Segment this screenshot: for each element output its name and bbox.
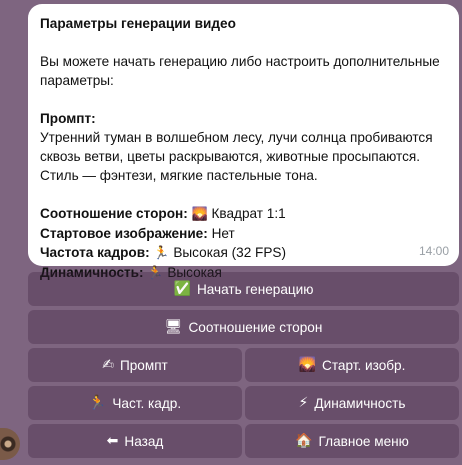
- param-label: Частота кадров:: [40, 245, 150, 260]
- param-value: Высокая (32 FPS): [173, 245, 287, 260]
- dynamics-button[interactable]: ⚡ Динамичность: [245, 386, 459, 420]
- button-label: Динамичность: [314, 395, 406, 411]
- start-image-button[interactable]: 🌄 Старт. изобр.: [245, 348, 459, 382]
- param-label: Соотношение сторон:: [40, 206, 188, 221]
- param-value: Квадрат 1:1: [211, 206, 286, 221]
- param-fps: Частота кадров: 🏃 Высокая (32 FPS): [40, 243, 445, 263]
- prompt-label: Промпт:: [40, 111, 96, 126]
- button-label: Назад: [124, 433, 164, 449]
- prompt-text: Утренний туман в волшебном лесу, лучи со…: [40, 130, 433, 183]
- monitor-icon: 🖥: [164, 319, 183, 335]
- button-label: Промпт: [119, 357, 168, 373]
- sunrise-icon: 🌄: [191, 207, 208, 222]
- aspect-ratio-button[interactable]: 🖥 Соотношение сторон: [28, 310, 459, 344]
- bot-avatar[interactable]: [0, 428, 20, 460]
- button-label: Соотношение сторон: [188, 319, 323, 335]
- param-label: Стартовое изображение:: [40, 226, 208, 241]
- button-label: Част. кадр.: [112, 395, 182, 411]
- fps-button[interactable]: 🏃 Част. кадр.: [28, 386, 242, 420]
- button-label: Начать генерацию: [196, 281, 314, 297]
- runner-icon: 🏃: [88, 395, 107, 411]
- param-aspect: Соотношение сторон: 🌄 Квадрат 1:1: [40, 204, 445, 224]
- message-bubble: Параметры генерации видео Вы можете нача…: [28, 4, 459, 281]
- message-intro: Вы можете начать генерацию либо настроит…: [40, 54, 440, 88]
- main-menu-button[interactable]: 🏠 Главное меню: [245, 424, 459, 458]
- prompt-button[interactable]: ✍ Промпт: [28, 348, 242, 382]
- sunrise-icon: 🌄: [298, 357, 317, 373]
- arrow-left-icon: ⬅: [106, 433, 119, 449]
- start-generation-button[interactable]: ✅ Начать генерацию: [28, 272, 459, 306]
- button-label: Главное меню: [318, 433, 409, 449]
- message-title: Параметры генерации видео: [40, 16, 236, 31]
- house-icon: 🏠: [295, 433, 313, 449]
- param-value: Нет: [211, 226, 235, 241]
- back-button[interactable]: ⬅ Назад: [28, 424, 242, 458]
- message-time: 14:00: [418, 244, 449, 258]
- inline-keyboard: ✅ Начать генерацию 🖥 Соотношение сторон …: [28, 272, 459, 462]
- runner-icon: 🏃: [153, 246, 170, 261]
- button-label: Старт. изобр.: [322, 357, 406, 373]
- writing-hand-icon: ✍: [102, 357, 114, 373]
- param-start-image: Стартовое изображение: Нет: [40, 224, 445, 243]
- check-icon: ✅: [173, 281, 191, 297]
- lightning-icon: ⚡: [298, 395, 309, 411]
